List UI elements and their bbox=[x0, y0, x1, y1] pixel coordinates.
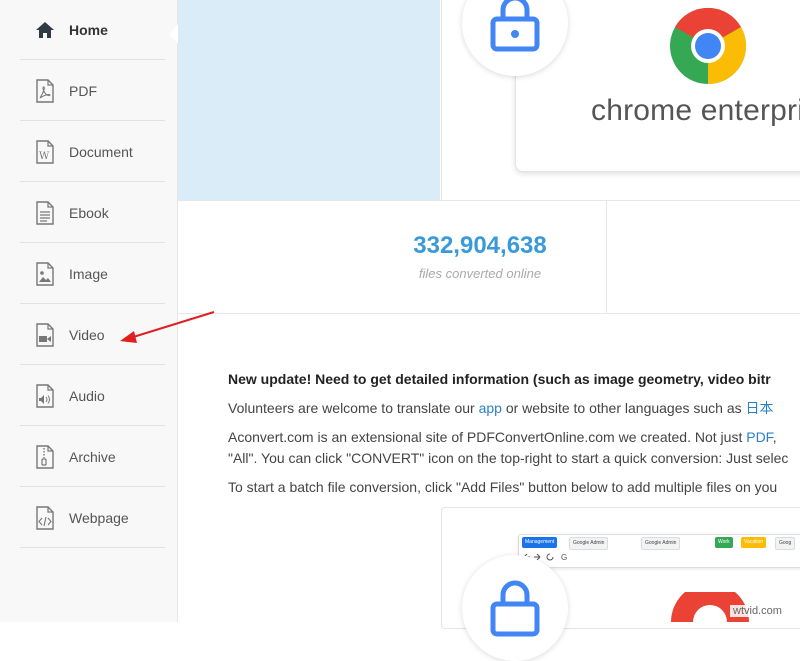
browser-tab: Vacation bbox=[741, 537, 767, 548]
browser-tab: Google Admin bbox=[569, 537, 609, 550]
app-link[interactable]: app bbox=[479, 400, 502, 416]
svg-text:W: W bbox=[39, 151, 50, 162]
sidebar-item-label: Image bbox=[69, 265, 108, 282]
sidebar-item-label: Home bbox=[69, 21, 108, 38]
sidebar-item-label: Ebook bbox=[69, 204, 109, 221]
sidebar-item-archive[interactable]: Archive bbox=[20, 427, 165, 487]
browser-tab: Management bbox=[522, 537, 558, 548]
word-document-icon: W bbox=[34, 139, 56, 165]
banner-background bbox=[178, 0, 440, 200]
browser-mockup: Management Google Admin Google Admin Wor… bbox=[518, 534, 800, 568]
sidebar-item-webpage[interactable]: Webpage bbox=[20, 488, 165, 548]
browser-tab: Google Admin bbox=[641, 537, 681, 550]
browser-tab: Work bbox=[715, 537, 733, 548]
webpage-file-icon bbox=[34, 505, 56, 531]
sidebar-item-ebook[interactable]: Ebook bbox=[20, 183, 165, 243]
sidebar-item-label: Archive bbox=[69, 448, 116, 465]
lock-badge-preview bbox=[462, 555, 568, 661]
about-text-line2: "All". You can click "CONVERT" icon on t… bbox=[228, 450, 789, 466]
home-icon bbox=[34, 17, 56, 43]
sidebar-item-label: Audio bbox=[69, 387, 105, 404]
sidebar-item-label: Webpage bbox=[69, 509, 129, 526]
sidebar-item-audio[interactable]: Audio bbox=[20, 366, 165, 426]
audio-file-icon bbox=[34, 383, 56, 409]
svg-text:G: G bbox=[561, 553, 567, 562]
lock-icon bbox=[490, 0, 540, 52]
sidebar-item-image[interactable]: Image bbox=[20, 244, 165, 304]
sidebar-item-label: Document bbox=[69, 143, 133, 160]
sidebar-item-label: Video bbox=[69, 326, 105, 343]
chrome-enterprise-text: chrome enterpris bbox=[591, 94, 800, 127]
volunteer-paragraph: Volunteers are welcome to translate our … bbox=[228, 398, 800, 419]
sidebar-item-label: PDF bbox=[69, 82, 97, 99]
chrome-logo-icon bbox=[670, 7, 747, 85]
japanese-language-link[interactable]: 日本 bbox=[746, 400, 774, 416]
volunteer-text-middle: or website to other languages such as bbox=[501, 400, 746, 416]
image-file-icon bbox=[34, 261, 56, 287]
intro-text: New update! Need to get detailed informa… bbox=[228, 369, 800, 506]
archive-file-icon bbox=[34, 444, 56, 470]
files-converted-count: 332,904,638 bbox=[413, 232, 547, 259]
update-headline: New update! Need to get detailed informa… bbox=[228, 371, 771, 387]
files-converted-caption: files converted online bbox=[418, 266, 542, 281]
batch-paragraph: To start a batch file conversion, click … bbox=[228, 479, 778, 495]
pdf-link[interactable]: PDF bbox=[746, 429, 772, 445]
watermark: wtvid.com bbox=[730, 605, 785, 617]
stats-divider bbox=[606, 201, 607, 313]
video-file-icon bbox=[34, 322, 56, 348]
sidebar-item-home[interactable]: Home bbox=[20, 0, 165, 60]
about-text-suffix: , bbox=[772, 429, 777, 445]
sidebar: Home PDF W Document Ebook Image Video Au… bbox=[0, 0, 178, 622]
about-paragraph: Aconvert.com is an extensional site of P… bbox=[228, 427, 800, 469]
lock-icon bbox=[490, 580, 540, 637]
volunteer-text: Volunteers are welcome to translate our bbox=[228, 400, 479, 416]
browser-tab: Goog bbox=[775, 537, 796, 550]
sidebar-item-pdf[interactable]: PDF bbox=[20, 61, 165, 121]
active-indicator bbox=[169, 24, 178, 44]
sidebar-item-document[interactable]: W Document bbox=[20, 122, 165, 182]
sidebar-item-video[interactable]: Video bbox=[20, 305, 165, 365]
ebook-file-icon bbox=[34, 200, 56, 226]
about-text: Aconvert.com is an extensional site of P… bbox=[228, 429, 747, 445]
pdf-file-icon bbox=[34, 78, 56, 104]
stats-panel: 332,904,638 files converted online bbox=[178, 200, 800, 314]
